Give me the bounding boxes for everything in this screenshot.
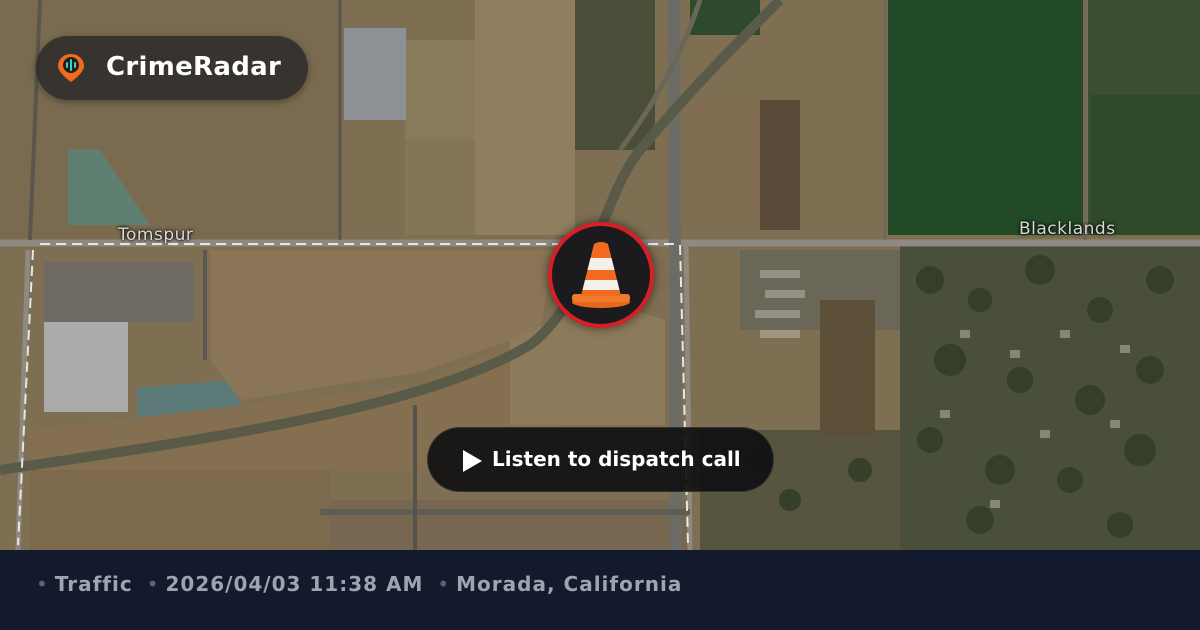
place-label-blacklands: Blacklands [1019,219,1116,239]
separator-dot: • [36,572,49,596]
incident-marker[interactable] [548,222,654,328]
listen-dispatch-label: Listen to dispatch call [492,447,741,471]
incident-location: Morada, California [456,572,683,596]
listen-dispatch-button[interactable]: Listen to dispatch call [427,427,774,492]
incident-meta: • Traffic • 2026/04/03 11:38 AM • Morada, C… [36,572,682,596]
brand-name: CrimeRadar [106,52,282,82]
traffic-cone-icon [572,242,630,308]
incident-category: Traffic [54,572,133,596]
radar-pin-icon [56,52,86,88]
incident-datetime: 2026/04/03 11:38 AM [165,572,424,596]
place-label-tomspur: Tomspur [118,225,194,245]
brand-badge[interactable]: CrimeRadar [36,36,308,100]
incident-footer: • Traffic • 2026/04/03 11:38 AM • Morada, C… [0,550,1200,630]
separator-dot: • [437,572,451,596]
separator-dot: • [146,572,160,596]
play-icon [461,449,483,477]
